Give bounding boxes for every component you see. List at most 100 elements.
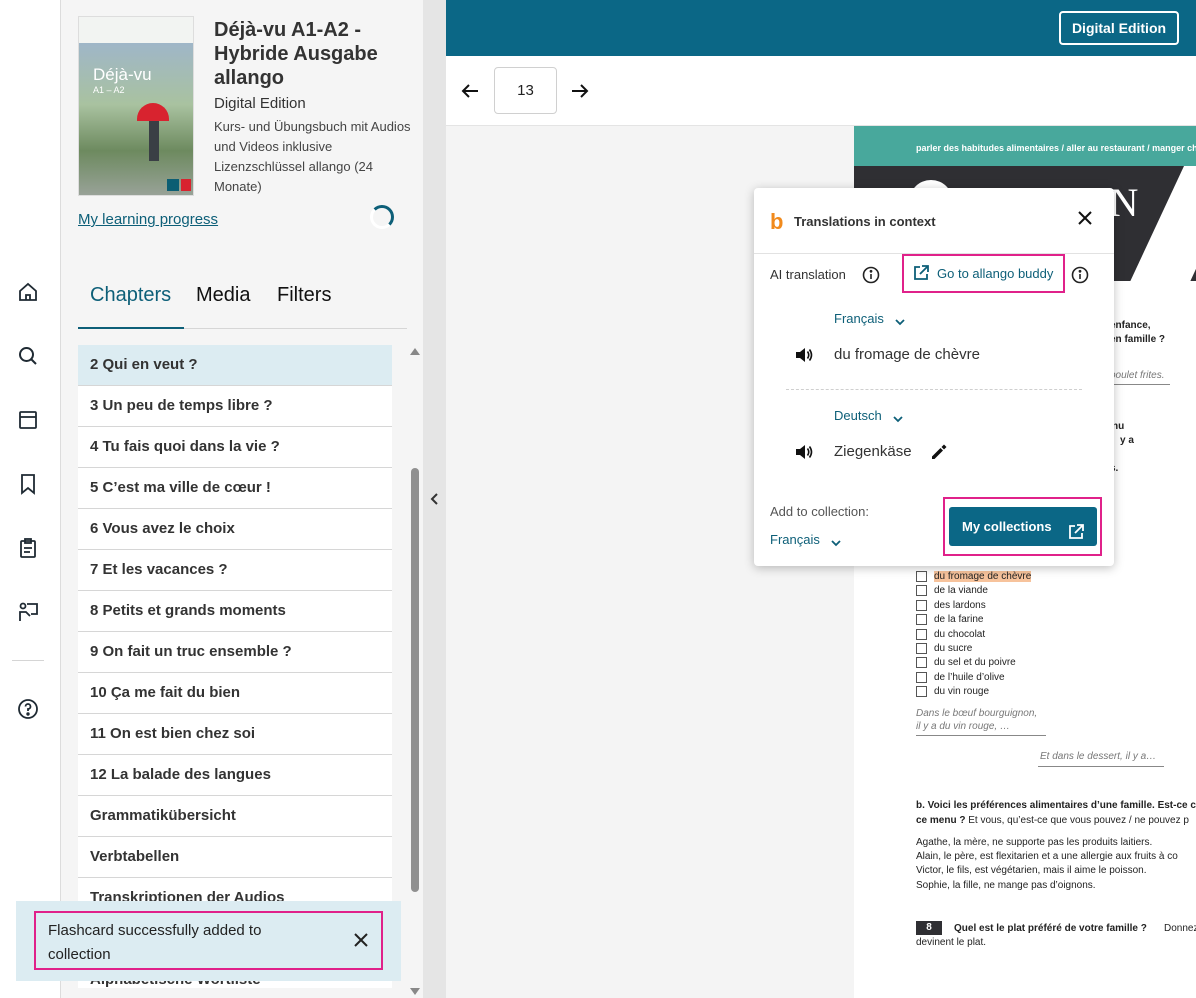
help-icon[interactable] <box>16 697 40 721</box>
checkbox[interactable] <box>916 686 927 697</box>
checkbox[interactable] <box>916 571 927 582</box>
handwritten-note: Et dans le dessert, il y a… <box>1040 751 1157 762</box>
page-list-item: de la viande <box>934 585 988 596</box>
checkbox[interactable] <box>916 643 927 654</box>
ai-translation-label: AI translation <box>770 267 846 282</box>
info-icon[interactable] <box>1071 266 1089 284</box>
chapter-item[interactable]: Verbtabellen <box>78 837 392 878</box>
page-list-item: du chocolat <box>934 629 986 640</box>
handwritten-note: il y a du vin rouge, … <box>916 721 1010 732</box>
active-tab-indicator <box>78 327 184 329</box>
divider <box>786 389 1082 390</box>
handwritten-note: Dans le bœuf bourguignon, <box>916 708 1038 719</box>
speaker-icon[interactable] <box>794 443 814 461</box>
learning-progress-link[interactable]: My learning progress <box>78 211 218 228</box>
checkbox[interactable] <box>916 600 927 611</box>
teacher-icon[interactable] <box>16 600 40 624</box>
checkbox[interactable] <box>916 657 927 668</box>
home-icon[interactable] <box>16 280 40 304</box>
chapter-item[interactable]: 5 C’est ma ville de cœur ! <box>78 468 392 509</box>
info-icon[interactable] <box>862 266 880 284</box>
cover-title: Déjà-vu <box>93 65 152 84</box>
speaker-icon[interactable] <box>794 346 814 364</box>
my-collections-label: My collections <box>962 519 1052 534</box>
page-list-item: de l’huile d’olive <box>934 672 1005 683</box>
target-language-select[interactable]: Deutsch <box>834 408 903 423</box>
page-topic-strip: parler des habitudes alimentaires / alle… <box>854 126 1196 166</box>
family-line: Victor, le fils, est végétarien, mais il… <box>916 865 1147 876</box>
chapter-item[interactable]: 4 Tu fais quoi dans la vie ? <box>78 427 392 468</box>
page-text: en famille ? <box>1110 334 1166 345</box>
book-description: Kurs- und Übungsbuch mit Audios und Vide… <box>214 119 411 194</box>
popup-title: Translations in context <box>794 214 936 229</box>
chevron-down-icon <box>893 412 903 422</box>
edit-pencil-icon[interactable] <box>930 443 948 461</box>
sidebar-collapse-handle[interactable] <box>423 0 446 998</box>
search-icon[interactable] <box>16 344 40 368</box>
exercise-title-rest: Et vous, qu’est-ce que vous pouvez / ne … <box>968 815 1189 826</box>
exercise-number: 8 <box>916 921 942 935</box>
chapter-item[interactable]: 2 Qui en veut ? <box>78 345 392 386</box>
clipboard-icon[interactable] <box>16 536 40 560</box>
go-to-buddy-link[interactable]: Go to allango buddy <box>902 254 1065 293</box>
chapter-item[interactable]: 9 On fait un truc ensemble ? <box>78 632 392 673</box>
book-edition: Digital Edition <box>214 95 306 112</box>
toast-message: Flashcard successfully added to collecti… <box>48 922 262 963</box>
my-collections-button[interactable]: My collections <box>949 507 1097 546</box>
source-language-select[interactable]: Français <box>834 311 906 326</box>
close-icon[interactable] <box>352 931 370 949</box>
arrow-left-icon[interactable] <box>459 80 481 102</box>
source-language-value: Français <box>834 311 884 326</box>
page-number-input[interactable]: 13 <box>494 67 557 114</box>
target-language-value: Deutsch <box>834 408 882 423</box>
page-text: y a <box>1120 435 1134 446</box>
tab-chapters[interactable]: Chapters <box>90 283 171 329</box>
chapter-item[interactable]: 10 Ça me fait du bien <box>78 673 392 714</box>
allango-logo-icon: b <box>770 209 784 234</box>
checkbox[interactable] <box>916 672 927 683</box>
book-icon[interactable] <box>16 408 40 432</box>
digital-edition-button[interactable]: Digital Edition <box>1059 11 1179 45</box>
page-list-item: du vin rouge <box>934 686 990 697</box>
chevron-left-icon[interactable] <box>429 492 441 506</box>
chapter-item[interactable]: 8 Petits et grands moments <box>78 591 392 632</box>
checkbox[interactable] <box>916 614 927 625</box>
icon-rail <box>0 0 58 998</box>
sidebar: Déjà-vu A1 – A2 Déjà-vu A1-A2 - Hybride … <box>61 0 423 998</box>
page-list-item: de la farine <box>934 614 984 625</box>
chapter-item[interactable]: 7 Et les vacances ? <box>78 550 392 591</box>
checkbox[interactable] <box>916 585 927 596</box>
target-phrase: Ziegenkäse <box>834 443 912 460</box>
collection-language-select[interactable]: Français <box>770 532 842 547</box>
chapter-item[interactable]: 3 Un peu de temps libre ? <box>78 386 392 427</box>
toast-notification: Flashcard successfully added to collecti… <box>16 901 401 981</box>
checkbox[interactable] <box>916 629 927 640</box>
question-text-rest: Donnez <box>1164 923 1196 934</box>
family-line: Agathe, la mère, ne supporte pas les pro… <box>916 837 1153 848</box>
bookmark-icon[interactable] <box>16 472 40 496</box>
chapter-item[interactable]: 6 Vous avez le choix <box>78 509 392 550</box>
page-list-item: du sucre <box>934 643 973 654</box>
close-icon[interactable] <box>1076 209 1094 227</box>
chapter-item[interactable]: 12 La balade des langues <box>78 755 392 796</box>
exercise-title: b. Voici les préférences alimentaires d’… <box>916 800 1196 811</box>
tab-filters[interactable]: Filters <box>277 283 331 329</box>
arrow-right-icon[interactable] <box>569 80 591 102</box>
scroll-down-arrow[interactable] <box>410 988 420 995</box>
source-phrase: du fromage de chèvre <box>834 346 980 363</box>
book-title: Déjà-vu A1-A2 - Hybride Ausgabe allango <box>214 19 378 89</box>
chevron-down-icon <box>895 315 906 325</box>
highlighted-phrase[interactable]: du fromage de chèvre <box>934 571 1032 582</box>
page-navigation: 13 <box>446 56 1196 126</box>
page-text: poulet frites. <box>1110 370 1165 381</box>
family-line: Sophie, la fille, ne mange pas d’oignons… <box>916 880 1096 891</box>
tab-media[interactable]: Media <box>196 283 250 329</box>
question-text-2: devinent le plat. <box>916 937 987 948</box>
scroll-up-arrow[interactable] <box>410 348 420 355</box>
chapter-item[interactable]: Grammatikübersicht <box>78 796 392 837</box>
collections-highlight: My collections <box>943 497 1102 556</box>
popup-header: b Translations in context <box>754 188 1114 254</box>
sidebar-tabs: Chapters Media Filters <box>78 283 407 329</box>
scrollbar-thumb[interactable] <box>411 468 419 892</box>
chapter-item[interactable]: 11 On est bien chez soi <box>78 714 392 755</box>
